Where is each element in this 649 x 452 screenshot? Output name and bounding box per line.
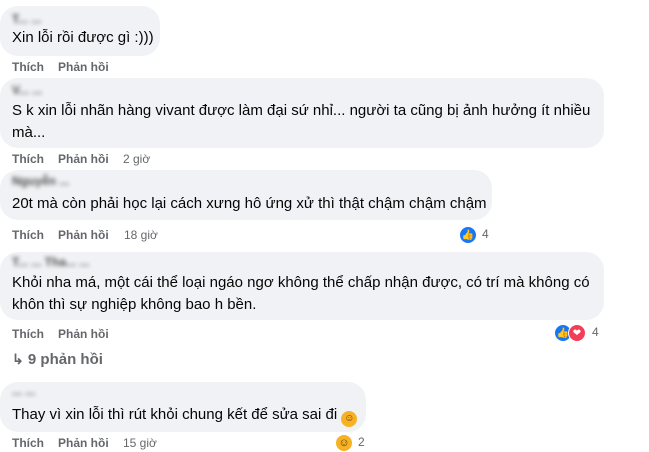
reply-button[interactable]: Phản hồi [58,327,109,341]
comment-bubble: ... ... Thay vì xin lỗi thì rút khỏi chu… [0,382,366,432]
comment-text: 20t mà còn phải học lại cách xưng hô ứng… [12,195,487,212]
comment-actions: Thích Phản hồi 2 giờ [12,152,212,168]
reaction-summary[interactable]: ☺ 2 [335,434,375,452]
comment-actions: Thích Phản hồi [12,60,212,76]
comment-bubble: T... ... Xin lỗi rồi được gì :))) [0,6,160,56]
like-button[interactable]: Thích [12,436,44,450]
reaction-count: 4 [482,227,489,241]
like-button[interactable]: Thích [12,327,44,341]
reaction-count: 2 [358,435,365,449]
comment-text: Khỏi nha má, một cái thể loại ngáo ngơ k… [12,274,590,313]
reply-button[interactable]: Phản hồi [58,60,109,74]
comment-timestamp[interactable]: 18 giờ [124,228,158,242]
comment-actions: Thích Phản hồi [12,327,212,343]
comment-author[interactable]: T... ... [12,12,41,26]
comment-text: Thay vì xin lỗi thì rút khỏi chung kết đ… [12,404,358,427]
reply-button[interactable]: Phản hồi [58,436,109,450]
comment-timestamp[interactable]: 2 giờ [123,152,150,166]
love-icon: ❤ [568,324,586,342]
comment-bubble: Nguyễn ... 20t mà còn phải học lại cách … [0,170,492,220]
comment-timestamp[interactable]: 15 giờ [123,436,157,450]
like-icon: 👍 [459,226,477,244]
rofl-emoji-icon: ☺ [341,411,358,427]
comment-author[interactable]: T... ... Tha... ... [12,255,89,269]
comment-text-content: Thay vì xin lỗi thì rút khỏi chung kết đ… [12,406,338,423]
comment-bubble: V... ... S k xin lỗi nhãn hàng vivant đư… [0,78,604,148]
comment-actions: Thích Phản hồi 18 giờ [12,228,212,244]
replies-count-label: 9 phản hồi [27,351,103,368]
reaction-count: 4 [592,325,599,339]
comment-actions: Thích Phản hồi 15 giờ [12,436,212,452]
reaction-summary[interactable]: 👍 ❤ 4 [554,324,604,342]
like-button[interactable]: Thích [12,60,44,74]
reaction-summary[interactable]: 👍 4 [459,226,499,244]
reply-arrow-icon: ↳ [12,351,24,367]
comment-author[interactable]: ... ... [12,384,35,398]
comment-author[interactable]: V... ... [12,83,42,97]
reply-button[interactable]: Phản hồi [58,228,109,242]
comment-text: S k xin lỗi nhãn hàng vivant được làm đạ… [12,102,591,141]
comment-text: Xin lỗi rồi được gì :))) [12,29,154,46]
haha-icon: ☺ [335,434,353,452]
like-button[interactable]: Thích [12,228,44,242]
comment-bubble: T... ... Tha... ... Khỏi nha má, một cái… [0,252,604,320]
view-replies-link[interactable]: ↳ 9 phản hồi [12,351,103,368]
reply-button[interactable]: Phản hồi [58,152,109,166]
like-button[interactable]: Thích [12,152,44,166]
comment-author[interactable]: Nguyễn ... [12,174,69,188]
